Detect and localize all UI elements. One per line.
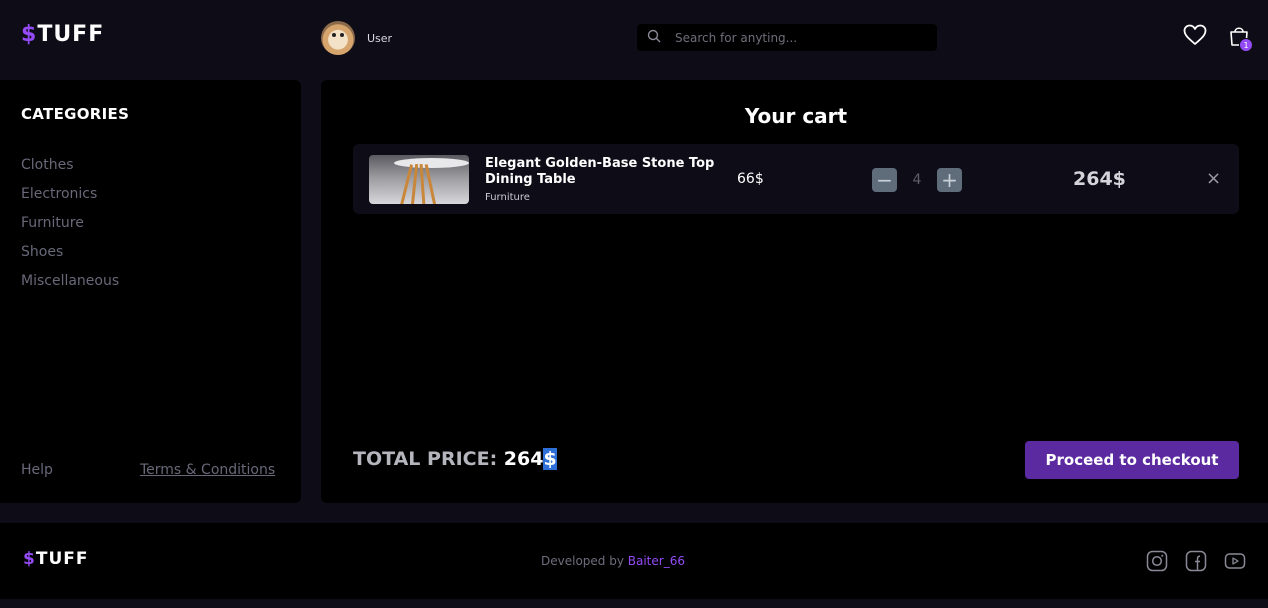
total-price: TOTAL PRICE: 264$ — [353, 448, 557, 470]
footer-logo[interactable]: $TUFF — [23, 549, 88, 569]
item-price: 66$ — [737, 171, 764, 187]
user-name[interactable]: User — [367, 32, 392, 45]
product-image[interactable] — [369, 155, 469, 204]
help-link[interactable]: Help — [21, 462, 53, 478]
category-item-furniture[interactable]: Furniture — [21, 214, 119, 243]
search-bar — [637, 24, 937, 51]
decrease-quantity-button[interactable]: − — [872, 168, 897, 192]
developed-by-label: Developed by — [541, 554, 628, 568]
table-leg — [410, 163, 419, 204]
item-total: 264$ — [1073, 168, 1126, 190]
search-input[interactable] — [675, 30, 915, 45]
category-item-electronics[interactable]: Electronics — [21, 185, 119, 214]
total-currency: $ — [543, 448, 557, 470]
logo-symbol: $ — [21, 22, 38, 47]
table-leg — [424, 164, 437, 204]
cart-item: Elegant Golden-Base Stone Top Dining Tab… — [353, 144, 1239, 214]
close-icon[interactable]: × — [1206, 170, 1221, 188]
sidebar-title: CATEGORIES — [21, 105, 130, 123]
quantity-value: 4 — [912, 172, 922, 188]
facebook-icon[interactable] — [1185, 550, 1207, 576]
avatar[interactable] — [321, 21, 355, 55]
developer-credit: Developed by Baiter_66 — [541, 554, 685, 568]
footer: $TUFF Developed by Baiter_66 — [0, 523, 1268, 599]
header: $TUFF User 1 — [0, 0, 1268, 80]
increase-quantity-button[interactable]: + — [937, 168, 962, 192]
shopping-bag-icon[interactable]: 1 — [1228, 24, 1253, 52]
cart-count-badge: 1 — [1239, 38, 1253, 52]
total-label: TOTAL PRICE: — [353, 448, 504, 470]
page-title: Your cart — [744, 104, 848, 128]
cart-panel: Your cart Elegant Golden-Base Stone Top … — [321, 80, 1268, 503]
checkout-button[interactable]: Proceed to checkout — [1025, 441, 1239, 479]
footer-logo-symbol: $ — [23, 549, 36, 569]
item-category: Furniture — [485, 192, 530, 203]
heart-icon[interactable] — [1183, 24, 1207, 50]
terms-link[interactable]: Terms & Conditions — [140, 462, 275, 478]
developer-link[interactable]: Baiter_66 — [628, 554, 685, 568]
search-icon — [647, 28, 661, 47]
total-value: 264 — [503, 448, 544, 470]
footer-logo-text: TUFF — [35, 549, 89, 569]
category-list: Clothes Electronics Furniture Shoes Misc… — [21, 156, 119, 301]
user-profile[interactable]: User — [321, 20, 392, 56]
category-item-shoes[interactable]: Shoes — [21, 243, 119, 272]
item-name: Elegant Golden-Base Stone Top Dining Tab… — [485, 156, 715, 187]
youtube-icon[interactable] — [1224, 550, 1246, 576]
logo-text: TUFF — [37, 22, 105, 47]
category-item-clothes[interactable]: Clothes — [21, 156, 119, 185]
instagram-icon[interactable] — [1146, 550, 1168, 576]
table-leg — [419, 163, 426, 204]
table-top-shape — [394, 158, 469, 168]
category-item-miscellaneous[interactable]: Miscellaneous — [21, 272, 119, 301]
sidebar: CATEGORIES Clothes Electronics Furniture… — [0, 80, 301, 503]
logo[interactable]: $TUFF — [21, 22, 104, 47]
